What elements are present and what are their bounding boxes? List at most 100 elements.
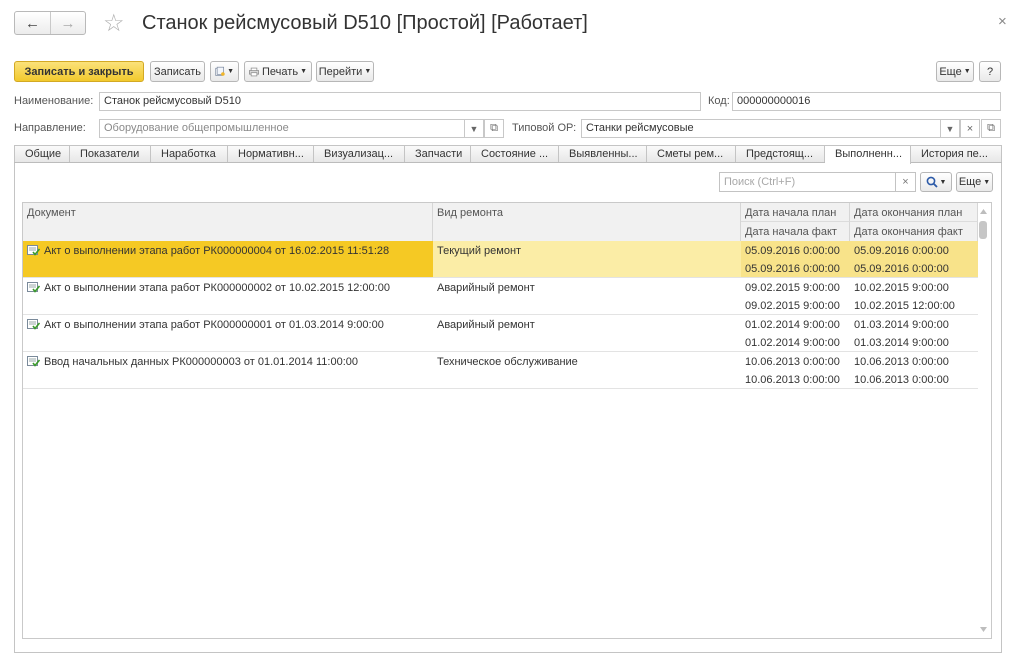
scrollbar-thumb[interactable] xyxy=(979,221,987,239)
repair-type-cell: Аварийный ремонт xyxy=(437,282,535,294)
favorite-star-icon[interactable]: ☆ xyxy=(103,9,125,38)
table-row[interactable]: Акт о выполнении этапа работ РК000000004… xyxy=(23,241,978,278)
code-label: Код: xyxy=(708,95,730,107)
tab-indicators[interactable]: Показатели xyxy=(70,145,151,162)
print-label: Печать xyxy=(262,65,299,78)
repair-type-cell: Текущий ремонт xyxy=(437,245,522,257)
tab-normative[interactable]: Нормативн... xyxy=(228,145,314,162)
tab-completed[interactable]: Выполненн... xyxy=(825,145,911,164)
name-field[interactable]: Станок рейсмусовый D510 xyxy=(99,92,701,111)
tab-operating-time[interactable]: Наработка xyxy=(151,145,228,162)
tab-state[interactable]: Состояние ... xyxy=(471,145,559,162)
caret-down-icon: ▼ xyxy=(983,178,991,186)
repair-type-cell: Техническое обслуживание xyxy=(437,356,578,368)
column-header-repair-type[interactable]: Вид ремонта xyxy=(433,203,741,241)
plan-end-cell: 10.02.2015 9:00:00 xyxy=(854,282,949,294)
tab-repair-estimates[interactable]: Сметы рем... xyxy=(647,145,736,162)
direction-dropdown-icon[interactable]: ▼ xyxy=(464,119,484,138)
typical-or-clear-icon[interactable]: × xyxy=(960,119,980,138)
search-clear-icon[interactable]: × xyxy=(896,172,916,192)
tab-bar: Общие Показатели Наработка Нормативн... … xyxy=(14,145,1002,164)
document-name: Акт о выполнении этапа работ РК000000001… xyxy=(44,319,384,331)
column-header-plan-end[interactable]: Дата окончания план xyxy=(850,203,978,222)
more-button[interactable]: Еще ▼ xyxy=(936,61,974,82)
fact-end-cell: 05.09.2016 0:00:00 xyxy=(854,263,949,275)
name-label: Наименование: xyxy=(14,95,94,107)
caret-down-icon: ▼ xyxy=(300,68,307,75)
save-and-close-button[interactable]: Записать и закрыть xyxy=(14,61,144,82)
plan-end-cell: 05.09.2016 0:00:00 xyxy=(854,245,949,257)
code-field[interactable]: 000000000016 xyxy=(732,92,1001,111)
window-title: Станок рейсмусовый D510 [Простой] [Работ… xyxy=(142,12,588,34)
document-name: Акт о выполнении этапа работ РК000000004… xyxy=(44,245,390,257)
column-header-fact-start[interactable]: Дата начала факт xyxy=(741,222,850,241)
caret-down-icon: ▼ xyxy=(227,68,234,75)
goto-label: Перейти xyxy=(318,65,363,78)
posted-document-icon xyxy=(27,319,40,330)
tab-history[interactable]: История пе... xyxy=(911,145,1002,162)
help-button[interactable]: ? xyxy=(979,61,1001,82)
plan-start-cell: 05.09.2016 0:00:00 xyxy=(745,245,840,257)
typical-or-field[interactable]: Станки рейсмусовые xyxy=(581,119,941,138)
search-more-label: Еще xyxy=(958,176,982,188)
goto-button[interactable]: Перейти ▼ xyxy=(316,61,374,82)
typical-or-dropdown-icon[interactable]: ▼ xyxy=(940,119,960,138)
column-header-document[interactable]: Документ xyxy=(23,203,433,241)
posted-document-icon xyxy=(27,245,40,256)
caret-down-icon: ▼ xyxy=(939,178,947,186)
column-header-fact-end[interactable]: Дата окончания факт xyxy=(850,222,978,241)
close-window-icon[interactable]: × xyxy=(998,13,1007,30)
posted-document-icon xyxy=(27,356,40,367)
fact-start-cell: 05.09.2016 0:00:00 xyxy=(745,263,840,275)
document-cell: Ввод начальных данных РК000000003 от 01.… xyxy=(23,352,362,372)
typical-or-label: Типовой ОР: xyxy=(512,122,577,134)
table-row[interactable]: Акт о выполнении этапа работ РК000000001… xyxy=(23,315,978,352)
document-cell: Акт о выполнении этапа работ РК000000004… xyxy=(23,241,433,277)
tab-upcoming[interactable]: Предстоящ... xyxy=(736,145,825,162)
navigation-group: ← → xyxy=(14,11,86,35)
plan-end-cell: 10.06.2013 0:00:00 xyxy=(854,356,949,368)
plan-start-cell: 10.06.2013 0:00:00 xyxy=(745,356,840,368)
fact-end-cell: 01.03.2014 9:00:00 xyxy=(854,337,949,349)
document-name: Ввод начальных данных РК000000003 от 01.… xyxy=(44,356,358,368)
document-cell: Акт о выполнении этапа работ РК000000002… xyxy=(23,278,394,298)
column-header-plan-start[interactable]: Дата начала план xyxy=(741,203,850,222)
direction-label: Направление: xyxy=(14,122,86,134)
printer-icon xyxy=(249,67,260,76)
search-input[interactable]: Поиск (Ctrl+F) xyxy=(719,172,896,192)
tab-visualization[interactable]: Визуализац... xyxy=(314,145,405,162)
more-label: Еще xyxy=(939,65,962,78)
table-row[interactable]: Ввод начальных данных РК000000003 от 01.… xyxy=(23,352,978,389)
table-row[interactable]: Акт о выполнении этапа работ РК000000002… xyxy=(23,278,978,315)
fact-end-cell: 10.06.2013 0:00:00 xyxy=(854,374,949,386)
caret-down-icon: ▼ xyxy=(364,68,372,75)
forward-button[interactable]: → xyxy=(50,12,85,34)
back-button[interactable]: ← xyxy=(15,12,50,34)
back-arrow-icon: ← xyxy=(25,14,40,32)
tab-detected[interactable]: Выявленны... xyxy=(559,145,647,162)
plan-start-cell: 01.02.2014 9:00:00 xyxy=(745,319,840,331)
caret-down-icon: ▼ xyxy=(963,68,971,75)
direction-field[interactable]: Оборудование общепромышленное xyxy=(99,119,465,138)
scroll-down-icon[interactable] xyxy=(980,627,987,632)
document-cell: Акт о выполнении этапа работ РК000000001… xyxy=(23,315,388,335)
tab-spare-parts[interactable]: Запчасти xyxy=(405,145,471,162)
scroll-up-icon[interactable] xyxy=(980,209,987,214)
tab-general[interactable]: Общие xyxy=(14,145,70,162)
create-based-on-button[interactable]: ▼ xyxy=(210,61,239,82)
search-more-button[interactable]: Еще ▼ xyxy=(956,172,993,192)
plan-start-cell: 09.02.2015 9:00:00 xyxy=(745,282,840,294)
create-document-icon xyxy=(215,66,225,76)
table-scrollbar[interactable] xyxy=(976,203,991,638)
search-button[interactable]: ▼ xyxy=(920,172,952,192)
typical-or-open-icon[interactable]: ⧉ xyxy=(981,119,1001,138)
repair-type-cell: Аварийный ремонт xyxy=(437,319,535,331)
forward-arrow-icon: → xyxy=(60,14,76,32)
direction-open-icon[interactable]: ⧉ xyxy=(484,119,504,138)
fact-end-cell: 10.02.2015 12:00:00 xyxy=(854,300,955,312)
magnifier-icon xyxy=(926,176,938,188)
fact-start-cell: 10.06.2013 0:00:00 xyxy=(745,374,840,386)
print-button[interactable]: Печать ▼ xyxy=(244,61,312,82)
save-button[interactable]: Записать xyxy=(150,61,205,82)
completed-repairs-table: Документ Вид ремонта Дата начала план Да… xyxy=(22,202,992,639)
